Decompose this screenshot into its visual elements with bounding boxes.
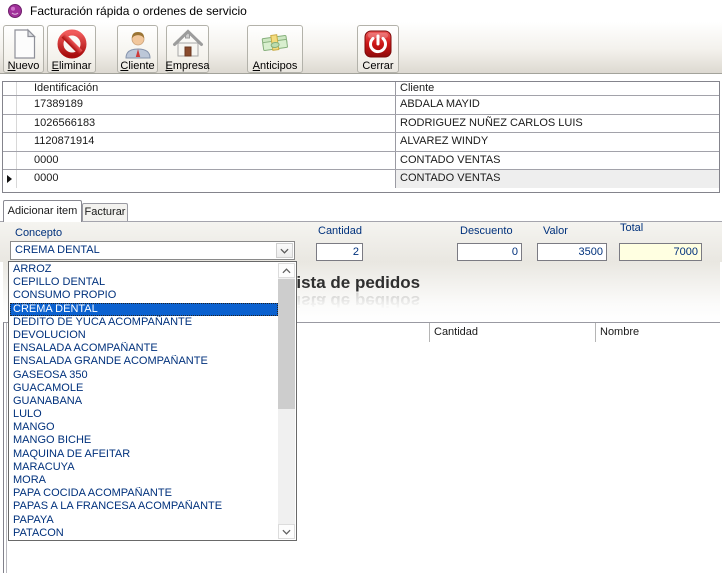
dropdown-option[interactable]: GASEOSA 350 xyxy=(10,369,278,382)
column-header-identificacion: Identificación xyxy=(17,82,396,95)
pedidos-column-nombre: Nombre xyxy=(595,323,720,342)
table-row[interactable]: 0000CONTADO VENTAS xyxy=(3,151,719,170)
money-icon xyxy=(259,28,291,60)
cell-cliente: ABDALA MAYID xyxy=(396,96,719,114)
dropdown-option[interactable]: CEPILLO DENTAL xyxy=(10,276,278,289)
scroll-down-icon[interactable] xyxy=(278,524,295,539)
total-input[interactable] xyxy=(619,243,702,261)
cell-identificacion: 1120871914 xyxy=(17,133,396,151)
app-icon xyxy=(7,3,23,19)
dropdown-option[interactable]: LULO xyxy=(10,408,278,421)
tab-adicionar-item[interactable]: Adicionar item xyxy=(3,200,82,222)
clients-grid-rows: 17389189ABDALA MAYID1026566183RODRIGUEZ … xyxy=(3,95,719,188)
cell-cliente: ALVAREZ WINDY xyxy=(396,133,719,151)
scrollbar-thumb[interactable] xyxy=(278,279,295,409)
company-icon xyxy=(172,28,204,60)
table-row[interactable]: 1120871914ALVAREZ WINDY xyxy=(3,132,719,151)
dropdown-option[interactable]: ENSALADA ACOMPAÑANTE xyxy=(10,342,278,355)
tab-facturar[interactable]: Facturar xyxy=(82,203,128,221)
empresa-button[interactable]: Empresa xyxy=(166,25,209,73)
pedidos-column-cantidad: Cantidad xyxy=(429,323,595,342)
cell-identificacion: 0000 xyxy=(17,152,396,170)
anticipos-button[interactable]: Anticipos xyxy=(247,25,303,73)
dropdown-option[interactable]: PAPAS A LA FRANCESA ACOMPAÑANTE xyxy=(10,500,278,513)
toolbar-button-label: Empresa xyxy=(165,60,209,72)
table-row[interactable]: 0000CONTADO VENTAS xyxy=(3,169,719,188)
dropdown-scrollbar[interactable] xyxy=(278,263,295,539)
cerrar-button[interactable]: Cerrar xyxy=(357,25,399,73)
toolbar: Nuevo Eliminar Cliente Empresa Anticipos Cerr… xyxy=(0,22,722,74)
cell-cliente: CONTADO VENTAS xyxy=(396,152,719,170)
dropdown-option[interactable]: PATACON xyxy=(10,527,278,540)
toolbar-button-label: Eliminar xyxy=(52,60,92,72)
client-icon xyxy=(122,28,154,60)
toolbar-button-label: Cerrar xyxy=(362,60,393,72)
dropdown-option[interactable]: MAQUINA DE AFEITAR xyxy=(10,448,278,461)
grid-gutter xyxy=(3,82,17,95)
title-bar: Facturación rápida o ordenes de servicio xyxy=(0,0,722,22)
dropdown-option[interactable]: ENSALADA GRANDE ACOMPAÑANTE xyxy=(10,355,278,368)
dropdown-option[interactable]: MANGO BICHE xyxy=(10,434,278,447)
dropdown-option[interactable]: CONSUMO PROPIO xyxy=(10,289,278,302)
scroll-up-icon[interactable] xyxy=(278,263,295,278)
power-icon xyxy=(362,28,394,60)
row-indicator-gutter xyxy=(3,170,17,188)
dropdown-option[interactable]: MANGO xyxy=(10,421,278,434)
toolbar-button-label: Nuevo xyxy=(8,60,40,72)
row-indicator-gutter xyxy=(3,152,17,170)
chevron-down-icon[interactable] xyxy=(276,243,293,258)
pedidos-banner-title: Lista de pedidos xyxy=(286,273,420,293)
dropdown-option[interactable]: MARACUYA xyxy=(10,461,278,474)
delete-icon xyxy=(56,28,88,60)
cliente-button[interactable]: Cliente xyxy=(117,25,158,73)
toolbar-button-label: Anticipos xyxy=(253,60,298,72)
concepto-combobox[interactable]: CREMA DENTAL xyxy=(10,241,295,260)
nuevo-button[interactable]: Nuevo xyxy=(3,25,44,73)
descuento-input[interactable] xyxy=(457,243,522,261)
toolbar-button-label: Cliente xyxy=(120,60,154,72)
column-header-cliente: Cliente xyxy=(396,82,719,95)
dropdown-option[interactable]: GUANABANA xyxy=(10,395,278,408)
row-indicator-gutter xyxy=(3,115,17,133)
total-label: Total xyxy=(620,222,643,234)
concepto-combobox-value: CREMA DENTAL xyxy=(15,244,100,256)
current-row-arrow-icon xyxy=(7,175,12,183)
cell-identificacion: 17389189 xyxy=(17,96,396,114)
dropdown-option[interactable]: PAPA COCIDA ACOMPAÑANTE xyxy=(10,487,278,500)
valor-input[interactable] xyxy=(537,243,607,261)
dropdown-option[interactable]: ARROZ xyxy=(10,263,278,276)
concepto-label: Concepto xyxy=(15,227,62,239)
cantidad-label: Cantidad xyxy=(318,225,362,237)
new-document-icon xyxy=(8,28,40,60)
pedidos-banner-reflection: Lista de pedidos xyxy=(286,291,420,311)
dropdown-option[interactable]: GUACAMOLE xyxy=(10,382,278,395)
dropdown-option[interactable]: DEVOLUCION xyxy=(10,329,278,342)
dropdown-option[interactable]: MORA xyxy=(10,474,278,487)
dropdown-option[interactable]: CREMA DENTAL xyxy=(10,303,278,316)
concepto-dropdown-list[interactable]: ARROZCEPILLO DENTALCONSUMO PROPIOCREMA D… xyxy=(8,261,297,541)
table-row[interactable]: 1026566183RODRIGUEZ NUÑEZ CARLOS LUIS xyxy=(3,114,719,133)
cell-cliente: CONTADO VENTAS xyxy=(396,170,719,188)
cantidad-input[interactable] xyxy=(316,243,363,261)
dropdown-option[interactable]: PAPAYA xyxy=(10,514,278,527)
window-title: Facturación rápida o ordenes de servicio xyxy=(30,4,247,18)
clients-grid-header: Identificación Cliente xyxy=(3,82,719,95)
cell-identificacion: 0000 xyxy=(17,170,396,188)
cell-cliente: RODRIGUEZ NUÑEZ CARLOS LUIS xyxy=(396,115,719,133)
dropdown-items: ARROZCEPILLO DENTALCONSUMO PROPIOCREMA D… xyxy=(10,263,278,540)
clients-grid[interactable]: Identificación Cliente 17389189ABDALA MA… xyxy=(2,81,720,193)
valor-label: Valor xyxy=(543,225,568,237)
descuento-label: Descuento xyxy=(460,225,513,237)
table-row[interactable]: 17389189ABDALA MAYID xyxy=(3,95,719,114)
row-indicator-gutter xyxy=(3,133,17,151)
dropdown-option[interactable]: DEDITO DE YUCA ACOMPAÑANTE xyxy=(10,316,278,329)
cell-identificacion: 1026566183 xyxy=(17,115,396,133)
row-indicator-gutter xyxy=(3,96,17,114)
eliminar-button[interactable]: Eliminar xyxy=(47,25,96,73)
